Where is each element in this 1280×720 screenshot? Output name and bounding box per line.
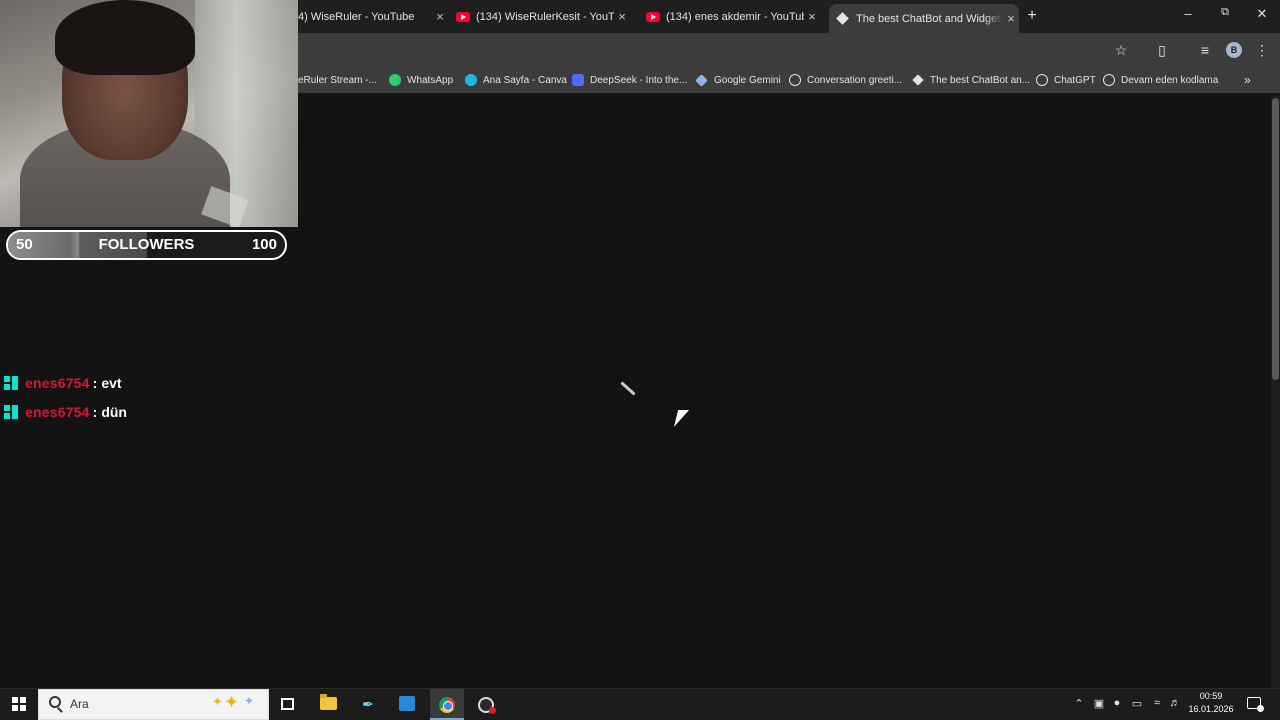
- whatsapp-icon: [389, 74, 401, 86]
- tray-battery-icon[interactable]: ▭: [1129, 697, 1145, 710]
- tab-close-icon[interactable]: ×: [804, 9, 820, 24]
- extensions-icon[interactable]: ▯: [1153, 41, 1171, 59]
- chat-separator: :: [92, 375, 98, 391]
- bookmark-deepseek[interactable]: DeepSeek - Into the...: [572, 73, 687, 87]
- new-tab-button[interactable]: +: [1024, 7, 1040, 25]
- bookmark-label: Google Gemini: [714, 74, 781, 86]
- bookmark-label: Devam eden kodlama: [1121, 74, 1219, 86]
- chrome-icon[interactable]: [439, 697, 455, 713]
- bookmark-label: The best ChatBot an...: [930, 74, 1031, 86]
- diamond-icon: [912, 74, 924, 86]
- bookmark-canva[interactable]: Ana Sayfa - Canva: [465, 73, 567, 87]
- tray-camera-icon[interactable]: ▣: [1091, 697, 1107, 710]
- bookmark-star-icon[interactable]: ☆: [1112, 41, 1130, 59]
- profile-avatar[interactable]: B: [1226, 42, 1242, 58]
- store-icon[interactable]: [399, 696, 415, 711]
- deepseek-icon: [572, 74, 584, 86]
- chat-text: dün: [101, 404, 127, 420]
- chat-separator: :: [92, 404, 98, 420]
- chat-badge-icon: [4, 405, 18, 419]
- chat-username: enes6754: [25, 375, 90, 391]
- canva-icon: [465, 74, 477, 86]
- follower-goal: 100: [251, 236, 277, 253]
- bookmark-eruler-stream[interactable]: eRuler Stream -...: [298, 73, 377, 87]
- bookmark-label: DeepSeek - Into the...: [590, 74, 688, 86]
- tray-microphone-icon[interactable]: ●: [1109, 697, 1125, 709]
- chatgpt-icon: [789, 74, 801, 86]
- diamond-icon: [836, 12, 849, 25]
- webcam-person-hair: [55, 0, 195, 75]
- chat-badge-icon: [4, 376, 18, 390]
- window-close-icon[interactable]: ✕: [1252, 6, 1272, 22]
- clock-time: 00:59: [1199, 691, 1223, 701]
- chat-text: evt: [101, 375, 122, 391]
- file-explorer-icon[interactable]: [320, 694, 337, 710]
- task-view-icon[interactable]: [281, 698, 294, 710]
- bookmarks-overflow-icon[interactable]: »: [1244, 73, 1251, 87]
- tab-enes-akdemir-youtube[interactable]: (134) enes akdemir - YouTube ×: [646, 0, 820, 33]
- chat-message: enes6754 : dün: [4, 402, 127, 422]
- scrollbar-thumb[interactable]: [1272, 98, 1279, 380]
- recording-dot-icon: [489, 707, 496, 714]
- tab-chatbot-widgets-active[interactable]: The best ChatBot and Widgets ×: [829, 4, 1019, 33]
- tab-close-icon[interactable]: ×: [432, 9, 448, 24]
- search-icon: [49, 696, 61, 708]
- chatgpt-icon: [1103, 74, 1115, 86]
- bookmark-label: Conversation greeti...: [807, 74, 903, 86]
- minimize-icon[interactable]: –: [1178, 6, 1198, 21]
- bookmark-gemini[interactable]: Google Gemini: [695, 73, 781, 87]
- restore-icon[interactable]: ⧉: [1215, 6, 1235, 19]
- tab-title: 4) WiseRuler - YouTube: [298, 10, 415, 23]
- bookmark-label: WhatsApp: [407, 74, 454, 86]
- bookmark-devam-eden[interactable]: Devam eden kodlama: [1103, 73, 1218, 87]
- follower-label: FOLLOWERS: [98, 236, 195, 253]
- webcam-overlay: [0, 0, 298, 227]
- menu-kebab-icon[interactable]: ⋮: [1253, 41, 1271, 59]
- youtube-icon: [456, 11, 470, 22]
- tray-wifi-icon[interactable]: ≈: [1149, 697, 1165, 709]
- media-controls-icon[interactable]: ≡: [1196, 41, 1214, 59]
- bookmark-label: Ana Sayfa - Canva: [483, 74, 567, 86]
- tab-title: The best ChatBot and Widgets: [856, 12, 1003, 25]
- chat-username: enes6754: [25, 404, 90, 420]
- clock-date: 16.01.2026: [1188, 704, 1234, 714]
- tab-close-icon[interactable]: ×: [1003, 11, 1019, 26]
- bookmark-conversation[interactable]: Conversation greeti...: [789, 73, 902, 87]
- pen-app-icon[interactable]: ✒: [356, 693, 380, 715]
- follower-goal-bar: 50 FOLLOWERS 100: [6, 230, 287, 260]
- sparkle-icon: ✦: [244, 694, 255, 708]
- tab-wiserulerkesit-youtube[interactable]: (134) WiseRulerKesit - YouTube ×: [456, 0, 630, 33]
- screen: 4) WiseRuler - YouTube × (134) WiseRuler…: [0, 0, 1280, 720]
- notification-icon[interactable]: [1247, 697, 1264, 712]
- bookmark-label: ChatGPT: [1054, 74, 1096, 86]
- tab-close-icon[interactable]: ×: [614, 9, 630, 24]
- bookmark-label: eRuler Stream -...: [298, 74, 377, 86]
- tray-chevron-up-icon[interactable]: ⌃: [1071, 697, 1087, 710]
- search-placeholder[interactable]: Ara: [70, 697, 89, 711]
- chat-message: enes6754 : evt: [4, 373, 122, 393]
- youtube-icon: [646, 11, 660, 22]
- sparkle-icon: ✦: [224, 692, 240, 712]
- bookmark-whatsapp[interactable]: WhatsApp: [389, 73, 453, 87]
- windows-start-icon[interactable]: [12, 697, 26, 711]
- bookmark-chatbot[interactable]: The best ChatBot an...: [912, 73, 1031, 87]
- tray-volume-icon[interactable]: ♬: [1167, 697, 1183, 709]
- taskbar-clock[interactable]: 00:59 16.01.2026: [1186, 690, 1236, 716]
- bookmark-chatgpt[interactable]: ChatGPT: [1036, 73, 1096, 87]
- tab-title: (134) WiseRulerKesit - YouTube: [476, 10, 614, 23]
- tab-wiseruler-youtube[interactable]: 4) WiseRuler - YouTube ×: [298, 0, 448, 33]
- tab-title: (134) enes akdemir - YouTube: [666, 10, 804, 23]
- gemini-icon: [695, 73, 708, 87]
- chatgpt-icon: [1036, 74, 1048, 86]
- sparkle-icon: ✦: [212, 694, 223, 709]
